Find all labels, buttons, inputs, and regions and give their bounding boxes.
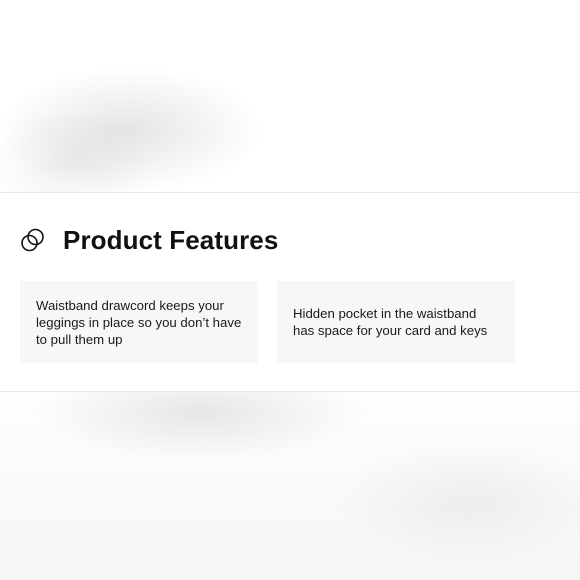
feature-text: Waistband drawcord keeps your leggings i… <box>36 297 242 347</box>
page: Product Features Waistband drawcord keep… <box>0 0 580 580</box>
product-image-bottom <box>0 392 580 580</box>
features-title: Product Features <box>63 224 279 255</box>
features-header: Product Features <box>20 223 278 257</box>
product-features-section: Product Features Waistband drawcord keep… <box>0 192 580 392</box>
feature-card-pocket: Hidden pocket in the waistband has space… <box>277 281 515 363</box>
product-image-top <box>0 0 580 192</box>
feature-text: Hidden pocket in the waistband has space… <box>293 306 488 338</box>
overlapping-circles-icon <box>20 227 46 253</box>
feature-card-drawcord: Waistband drawcord keeps your leggings i… <box>20 281 258 363</box>
